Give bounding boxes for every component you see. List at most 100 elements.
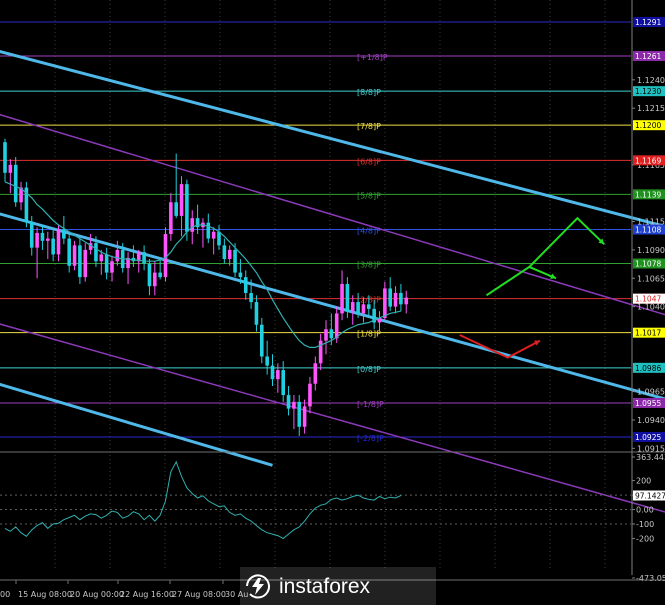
candle-body [29, 221, 34, 248]
candle-body [8, 164, 13, 173]
murrey-level-label: [0/8]P [357, 365, 381, 374]
candle-body [404, 297, 409, 305]
candle-body [190, 218, 195, 232]
candle-body [329, 329, 334, 339]
candle-body [35, 232, 39, 248]
candle-body [67, 238, 71, 266]
level-price-tag-text: 1.1078 [635, 260, 661, 269]
candle-body [249, 292, 253, 303]
cci-current-tag-text: 97.1427 [635, 492, 665, 501]
murrey-level-label: [8/8]P [357, 88, 381, 97]
candle-body [292, 401, 296, 409]
level-price-tag-text: 1.1139 [635, 190, 661, 199]
candle-body [51, 238, 55, 255]
candle-body [104, 254, 109, 273]
level-price-tag-text: 1.1230 [635, 87, 661, 96]
candle-body [340, 283, 344, 314]
candle-body [233, 249, 237, 273]
level-price-tag-text: 1.1291 [635, 18, 661, 27]
price-tick-label: 1.0940 [637, 416, 665, 425]
candle-body [243, 277, 248, 293]
candle-body [217, 231, 221, 246]
candle-body [297, 401, 302, 427]
candle-body [147, 263, 152, 287]
candle-body [56, 229, 61, 255]
candle-body [254, 302, 259, 325]
level-price-tag-text: 1.1017 [635, 329, 661, 338]
candle-body [13, 164, 18, 203]
murrey-level-label: [+1/8]P [357, 53, 388, 62]
instaforex-watermark: instaforex [240, 567, 436, 605]
murrey-level-label: [6/8]P [357, 157, 381, 166]
candle-body [163, 234, 168, 278]
level-price-tag-text: 1.0986 [635, 364, 661, 373]
candle-body [46, 238, 50, 241]
candle-body [185, 184, 189, 232]
time-label: 22 Aug 16:00 [120, 590, 174, 599]
time-label: 27 Aug 08:00 [172, 590, 226, 599]
candle-body [356, 302, 360, 314]
candle-body [265, 356, 269, 366]
level-price-tag-text: 1.1261 [635, 52, 661, 61]
candle-body [324, 329, 328, 341]
candle-body [388, 288, 392, 307]
murrey-level-label: [-2/8]P [357, 434, 384, 443]
murrey-level-label: [1/8]P [357, 330, 381, 339]
time-label: 20 Aug 00:00 [70, 590, 124, 599]
candle-body [99, 254, 104, 262]
candle-body [308, 383, 312, 407]
candle-body [276, 370, 280, 380]
eurusd-h4-chart: [+1/8]P[8/8]P[7/8]P[6/8]P[5/8]P[4/8]P[3/… [0, 0, 665, 605]
price-tick-label: 1.1240 [637, 76, 665, 85]
candle-body [40, 232, 45, 241]
candle-body [281, 370, 285, 396]
candle-body [83, 249, 88, 278]
price-tick-label: 1.1215 [637, 104, 665, 113]
candle-body [393, 292, 398, 307]
candle-body [238, 272, 243, 278]
level-price-tag-text: 1.1108 [635, 226, 661, 235]
price-tick-label: 1.1040 [637, 303, 665, 312]
cci-tick-label: -200 [636, 534, 654, 543]
candle-body [286, 395, 291, 409]
candle-body [94, 243, 98, 262]
price-tick-label: 1.1065 [637, 274, 665, 283]
candle-body [179, 184, 184, 216]
candle-body [62, 229, 66, 239]
candle-body [399, 292, 403, 305]
murrey-level-label: [-1/8]P [357, 400, 384, 409]
candle-body [227, 249, 232, 259]
price-tick-label: 1.0965 [637, 388, 665, 397]
candle-body [78, 245, 82, 278]
candle-body [313, 363, 318, 384]
cci-tick-label: -473.0535 [636, 574, 665, 583]
candle-body [222, 245, 227, 259]
cci-tick-label: 200 [636, 477, 651, 486]
candle-body [334, 313, 339, 339]
murrey-level-label: [7/8]P [357, 122, 381, 131]
candle-body [270, 365, 275, 380]
candle-body [153, 272, 157, 287]
watermark-text: instaforex [279, 575, 371, 598]
cci-tick-label: 0.00 [636, 506, 654, 515]
time-label: 15 Aug 08:00 [18, 590, 72, 599]
price-tick-label: 1.1090 [637, 246, 665, 255]
candle-body [260, 324, 264, 357]
level-price-tag-text: 1.0955 [635, 399, 661, 408]
candle-body [110, 261, 114, 273]
cci-tick-label: 363.4436 [636, 453, 665, 462]
candle-body [206, 222, 211, 239]
candle-body [115, 249, 120, 262]
candle-body [211, 231, 216, 239]
candle-body [158, 272, 162, 278]
murrey-level-label: [5/8]P [357, 191, 381, 200]
level-price-tag-text: 1.1200 [635, 121, 661, 130]
candle-body [174, 202, 178, 216]
candle-body [302, 406, 307, 427]
candle-body [169, 202, 173, 235]
candle-body [142, 252, 146, 264]
candle-body [345, 283, 350, 312]
current-price-tag-text: 1.1047 [635, 295, 661, 304]
level-price-tag-text: 1.0925 [635, 433, 661, 442]
cci-tick-label: -100 [636, 520, 654, 529]
